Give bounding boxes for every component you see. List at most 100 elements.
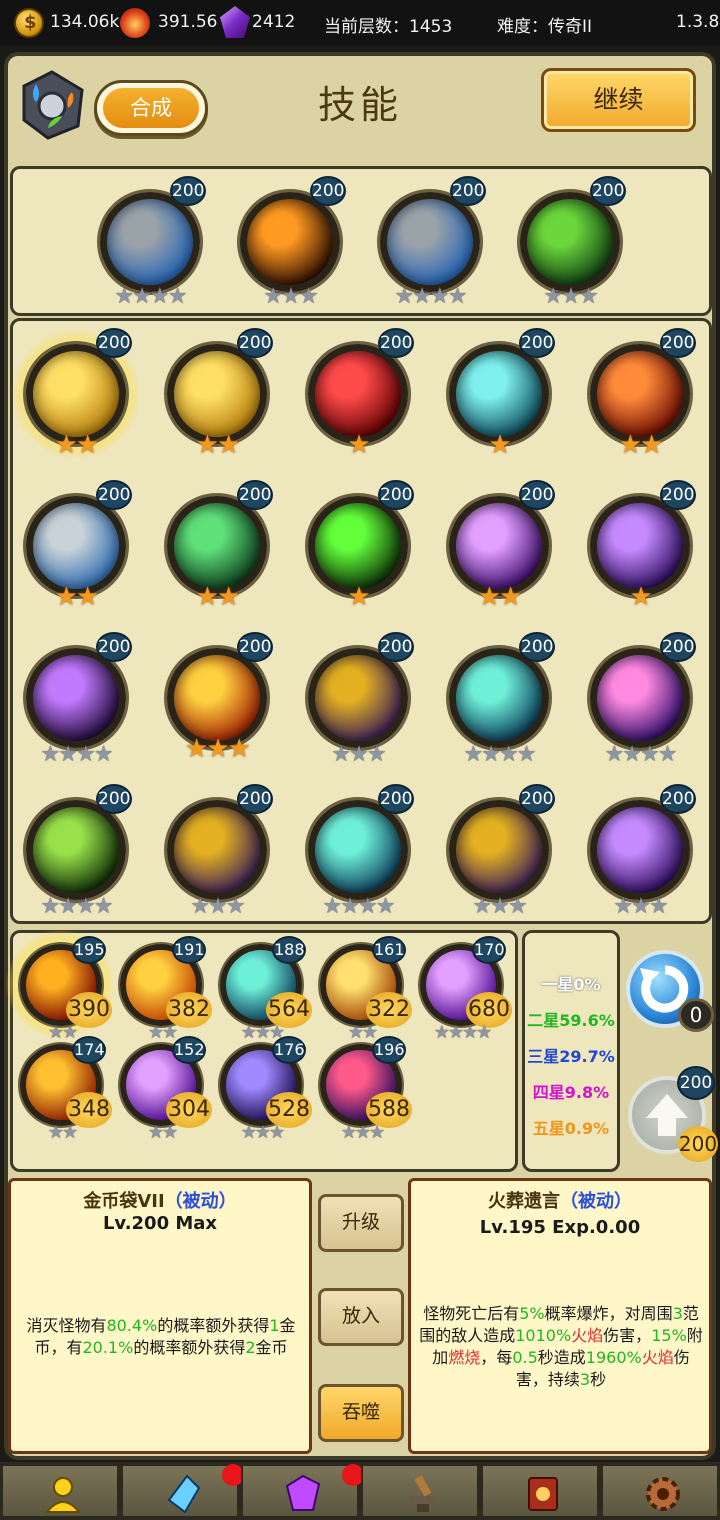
- skill-slot[interactable]: 200 ★★: [24, 328, 132, 458]
- star-rating: ★★★: [340, 1122, 385, 1143]
- skill-level-badge: 200: [519, 632, 555, 662]
- effect-segment: 1: [269, 1316, 280, 1335]
- star-rating: ★★★: [472, 894, 527, 919]
- upgrade-cost: 200: [678, 1126, 718, 1162]
- skill-slot[interactable]: 200 ★★★★: [447, 632, 555, 766]
- vine-icon: [520, 192, 620, 292]
- inventory-skill[interactable]: 170 680 ★★★★: [416, 936, 512, 1043]
- rate-one-star: 一星0%: [541, 975, 601, 994]
- skill-slot[interactable]: 200 ★★★★: [24, 632, 132, 766]
- skill-level-badge: 200: [96, 328, 132, 358]
- skill-tag: （被动）: [164, 1191, 237, 1212]
- skill-slot[interactable]: 200 ★★: [588, 328, 696, 458]
- skill-effect-text: 怪物死亡后有5%概率爆炸，对周围3范围的敌人造成1010%火焰伤害，15%附加燃…: [419, 1303, 703, 1391]
- nav-tab[interactable]: [1, 1464, 119, 1518]
- insert-button[interactable]: 放入: [318, 1288, 404, 1346]
- star-rating: ★: [488, 430, 511, 460]
- inventory-skill[interactable]: 161 322 ★★: [316, 936, 412, 1043]
- skill-slot[interactable]: 200 ★★: [447, 480, 555, 610]
- poison-wind-icon: [167, 496, 267, 596]
- inventory-skill[interactable]: 176 528 ★★★: [216, 1036, 312, 1143]
- skill-level-badge: 200: [519, 784, 555, 814]
- skill-slot[interactable]: 200 ★: [306, 328, 414, 458]
- equipped-skill-slot[interactable]: 200 ★★★★: [378, 176, 486, 308]
- star-rating: ★★★: [331, 742, 386, 767]
- star-rating: ★★: [47, 1122, 78, 1143]
- inventory-skill[interactable]: 191 382 ★★: [116, 936, 212, 1043]
- star-rating: ★★: [618, 430, 664, 460]
- inventory-skill[interactable]: 174 348 ★★: [16, 1036, 112, 1143]
- nav-tab[interactable]: [361, 1464, 479, 1518]
- effect-segment: 3: [579, 1370, 591, 1389]
- pink-orb-icon: [590, 648, 690, 748]
- star-rating: ★★★★: [433, 1022, 493, 1043]
- effect-segment: 5%: [519, 1304, 545, 1323]
- skill-level-badge: 200: [378, 328, 414, 358]
- skill-slot[interactable]: 200 ★★★: [447, 784, 555, 918]
- skill-level-badge: 200: [96, 784, 132, 814]
- skill-slot[interactable]: 200 ★★: [165, 480, 273, 610]
- purple-gem-icon: [285, 1474, 321, 1511]
- equipped-skill-slot[interactable]: 200 ★★★: [238, 176, 346, 308]
- inventory-skill[interactable]: 188 564 ★★★: [216, 936, 312, 1043]
- effect-segment: 燃烧: [448, 1348, 481, 1367]
- skill-slot[interactable]: 200 ★★: [24, 480, 132, 610]
- upgrade-button[interactable]: 升级: [318, 1194, 404, 1252]
- skill-level-badge: 200: [660, 480, 696, 510]
- skill-level-badge: 200: [237, 784, 273, 814]
- nav-tab[interactable]: [601, 1464, 719, 1518]
- skill-slot[interactable]: 200 ★★★★: [588, 632, 696, 766]
- inventory-skill[interactable]: 195 390 ★★: [16, 936, 112, 1043]
- effect-segment: 的概率额外获得: [133, 1338, 246, 1357]
- star-rating: ★★: [477, 582, 523, 612]
- skill-level-badge: 200: [378, 784, 414, 814]
- skill-level-badge: 200: [590, 176, 626, 206]
- star-rating: ★: [629, 582, 652, 612]
- effect-segment: 火焰: [571, 1326, 604, 1345]
- nav-tab[interactable]: [481, 1464, 599, 1518]
- rate-five-star: 五星0.9%: [532, 1119, 610, 1138]
- anvil-icon: [409, 1475, 437, 1512]
- skill-slot[interactable]: 200 ★★★: [165, 632, 273, 762]
- effect-segment: 0.5: [512, 1348, 538, 1367]
- skill-slot[interactable]: 200 ★★★: [306, 632, 414, 766]
- star-rating: ★★: [54, 582, 100, 612]
- equipped-skill-slot[interactable]: 200 ★★★: [518, 176, 626, 308]
- star-rating: ★: [347, 430, 370, 460]
- explosion-icon: [167, 648, 267, 748]
- inventory-skill[interactable]: 152 304 ★★: [116, 1036, 212, 1143]
- equipped-skill-slot[interactable]: 200 ★★★★: [98, 176, 206, 308]
- skill-slot[interactable]: 200 ★★★: [165, 784, 273, 918]
- star-rating: ★★★: [263, 284, 318, 309]
- skill-level-badge: 200: [237, 328, 273, 358]
- effect-segment: 金币: [255, 1338, 288, 1357]
- skill-slot[interactable]: 200 ★★★★: [306, 784, 414, 918]
- skill-level-badge: 200: [170, 176, 206, 206]
- holy-cross-icon: [240, 192, 340, 292]
- compose-button[interactable]: 合成: [94, 80, 208, 136]
- skill-level-badge: 200: [237, 480, 273, 510]
- star-rating: ★★★★: [394, 284, 468, 309]
- skill-level-badge: 174: [72, 1036, 106, 1064]
- continue-button[interactable]: 继续: [541, 68, 696, 132]
- skill-slot[interactable]: 200 ★: [306, 480, 414, 610]
- skill-slot[interactable]: 200 ★★★: [588, 784, 696, 918]
- rate-four-star: 四星9.8%: [532, 1083, 610, 1102]
- effect-segment: 2: [245, 1338, 256, 1357]
- skill-slot[interactable]: 200 ★★: [165, 328, 273, 458]
- star-rating: ★★: [195, 582, 241, 612]
- skill-slot[interactable]: 200 ★: [588, 480, 696, 610]
- skill-name: 金币袋VII: [83, 1191, 165, 1212]
- inventory-skill[interactable]: 196 588 ★★★: [316, 1036, 412, 1143]
- skill-slot[interactable]: 200 ★★★★: [24, 784, 132, 918]
- devour-button[interactable]: 吞噬: [318, 1384, 404, 1442]
- skill-slot[interactable]: 200 ★: [447, 328, 555, 458]
- hero-icon: [44, 1477, 82, 1513]
- coin-bag-icon: [26, 344, 126, 444]
- berserker-icon: [590, 344, 690, 444]
- skill-level-badge: 176: [272, 1036, 306, 1064]
- skill-level-badge: 161: [372, 936, 406, 964]
- rock-icon: [100, 192, 200, 292]
- coin-amount: 134.06k: [50, 12, 120, 32]
- effect-segment: 15%: [651, 1326, 687, 1345]
